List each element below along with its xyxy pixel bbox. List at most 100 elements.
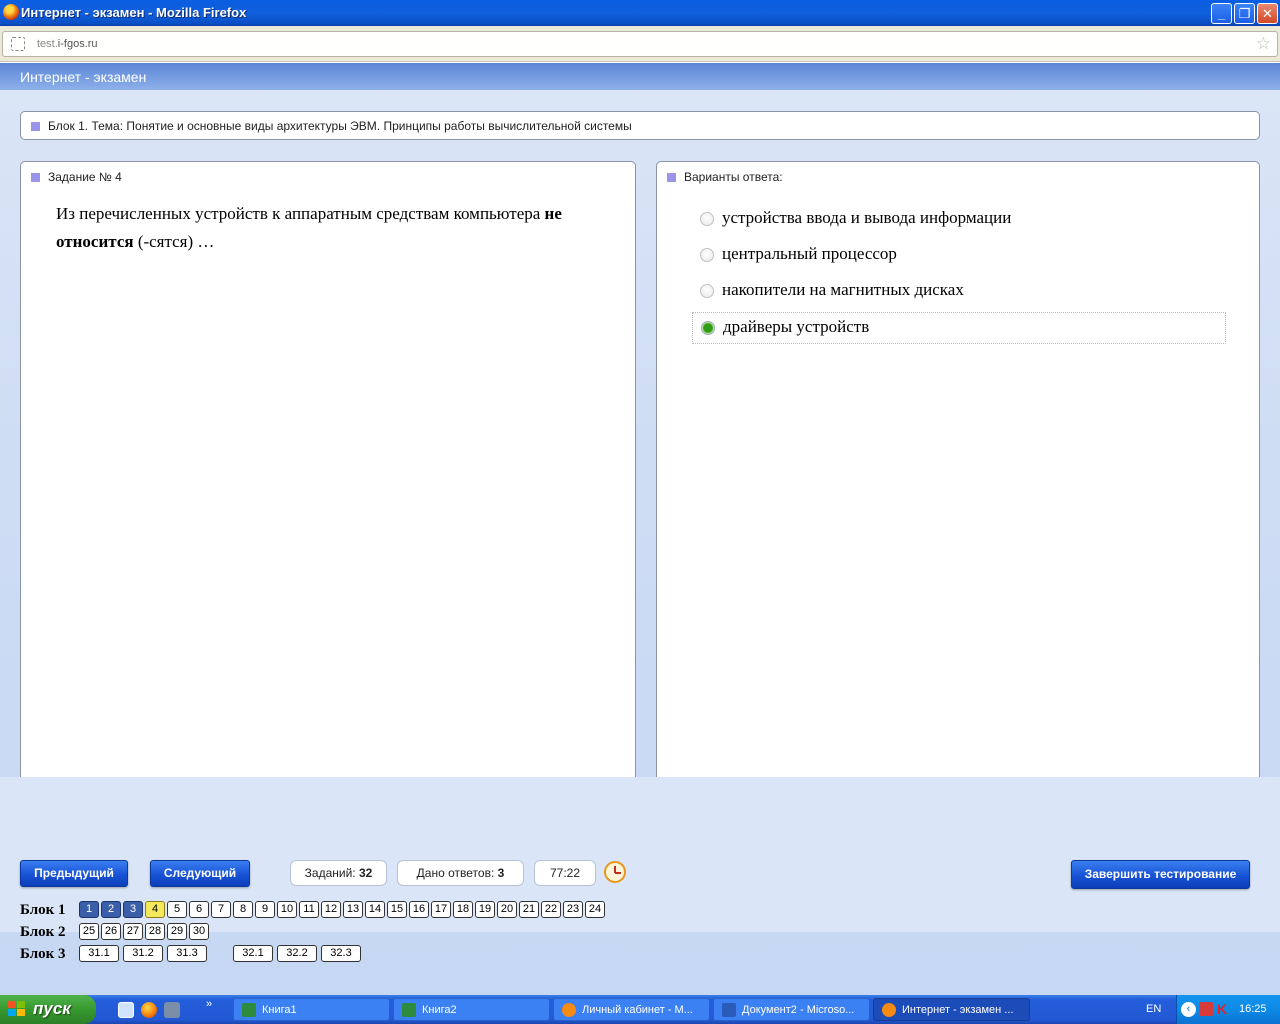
question-nav-button[interactable]: 29 <box>167 923 187 940</box>
question-nav-button[interactable]: 17 <box>431 901 451 918</box>
page-header: Интернет - экзамен <box>0 63 1280 90</box>
question-nav-button[interactable]: 31.2 <box>123 945 163 962</box>
question-nav-button[interactable]: 11 <box>299 901 319 918</box>
radio-button[interactable] <box>700 284 714 298</box>
question-nav-button[interactable]: 19 <box>475 901 495 918</box>
question-nav-button[interactable]: 31.3 <box>167 945 207 962</box>
question-nav-button[interactable]: 18 <box>453 901 473 918</box>
taskbar-task-label: Документ2 - Microso... <box>742 1004 855 1016</box>
radio-button[interactable] <box>701 321 715 335</box>
question-nav-button[interactable]: 7 <box>211 901 231 918</box>
topic-text: Блок 1. Тема: Понятие и основные виды ар… <box>48 119 632 133</box>
question-text: Из перечисленных устройств к аппаратным … <box>56 204 562 251</box>
answer-option[interactable]: драйверы устройств <box>692 312 1226 344</box>
network-icon[interactable] <box>1199 1002 1213 1016</box>
question-nav-button[interactable]: 23 <box>563 901 583 918</box>
timer: 77:22 <box>534 860 596 886</box>
excel-icon <box>402 1003 416 1017</box>
square-marker-icon <box>31 122 40 132</box>
task-panel: Задание № 4 Из перечисленных устройств к… <box>20 161 636 820</box>
alarm-clock-icon <box>604 861 626 883</box>
taskbar-task[interactable]: Книга1 <box>233 998 390 1021</box>
question-nav-button[interactable]: 2 <box>101 901 121 918</box>
radio-button[interactable] <box>700 212 714 226</box>
question-nav-button[interactable]: 1 <box>79 901 99 918</box>
square-marker-icon <box>667 173 676 183</box>
question-nav-button[interactable]: 26 <box>101 923 121 940</box>
answer-option[interactable]: устройства ввода и вывода информации <box>692 204 1226 236</box>
taskbar: пуск » Книга1 Книга2 Личный кабинет - M...… <box>0 995 1280 1024</box>
answers-label: Варианты ответа: <box>684 170 783 184</box>
firefox-icon <box>882 1003 896 1017</box>
question-nav-button[interactable]: 14 <box>365 901 385 918</box>
question-nav-button[interactable]: 32.1 <box>233 945 273 962</box>
language-indicator[interactable]: EN <box>1146 1003 1161 1015</box>
topic-bar: Блок 1. Тема: Понятие и основные виды ар… <box>20 111 1260 140</box>
question-nav-button[interactable]: 25 <box>79 923 99 940</box>
question-nav-button[interactable]: 9 <box>255 901 275 918</box>
minimize-button[interactable]: _ <box>1211 3 1232 24</box>
question-nav-button[interactable]: 3 <box>123 901 143 918</box>
square-marker-icon <box>31 173 40 183</box>
tray-expand-icon[interactable]: ‹ <box>1181 1002 1196 1017</box>
question-nav-button[interactable]: 6 <box>189 901 209 918</box>
window-titlebar[interactable]: Интернет - экзамен - Mozilla Firefox _ ❐… <box>0 0 1280 26</box>
taskbar-task[interactable]: Интернет - экзамен ... <box>873 998 1030 1021</box>
question-nav-button[interactable]: 28 <box>145 923 165 940</box>
question-nav-button[interactable]: 22 <box>541 901 561 918</box>
antivirus-icon[interactable]: K <box>1217 1001 1227 1017</box>
prev-button[interactable]: Предыдущий <box>20 860 128 887</box>
taskbar-task[interactable]: Документ2 - Microso... <box>713 998 870 1021</box>
question-nav-button[interactable]: 27 <box>123 923 143 940</box>
radio-button[interactable] <box>700 248 714 262</box>
scanner-icon[interactable] <box>164 1002 180 1018</box>
answers-panel: Варианты ответа: устройства ввода и выво… <box>656 161 1260 820</box>
question-nav-button[interactable]: 32.3 <box>321 945 361 962</box>
taskbar-task[interactable]: Личный кабинет - M... <box>553 998 710 1021</box>
excel-icon <box>242 1003 256 1017</box>
bookmark-star-icon[interactable]: ☆ <box>1256 34 1271 54</box>
taskbar-task-label: Книга1 <box>262 1004 297 1016</box>
question-nav-button[interactable]: 30 <box>189 923 209 940</box>
taskbar-task-label: Книга2 <box>422 1004 457 1016</box>
question-nav-button[interactable]: 12 <box>321 901 341 918</box>
question-nav-button[interactable]: 24 <box>585 901 605 918</box>
firefox-icon[interactable] <box>141 1002 157 1018</box>
question-nav-button[interactable]: 4 <box>145 901 165 918</box>
question-nav-button[interactable]: 15 <box>387 901 407 918</box>
task-number: Задание № 4 <box>48 170 122 184</box>
question-nav-button[interactable]: 21 <box>519 901 539 918</box>
start-label: пуск <box>33 999 71 1018</box>
question-nav-button[interactable]: 16 <box>409 901 429 918</box>
finish-button[interactable]: Завершить тестирование <box>1071 860 1250 889</box>
firefox-icon <box>3 4 19 20</box>
window-title: Интернет - экзамен - Mozilla Firefox <box>21 5 247 20</box>
question-nav-button[interactable]: 10 <box>277 901 297 918</box>
maximize-button[interactable]: ❐ <box>1234 3 1255 24</box>
answered-count-box: Дано ответов: 3 <box>397 860 524 886</box>
answer-option-label: устройства ввода и вывода информации <box>722 208 1012 227</box>
show-desktop-icon[interactable] <box>118 1002 134 1018</box>
question-nav-button[interactable]: 8 <box>233 901 253 918</box>
question-nav-button[interactable]: 5 <box>167 901 187 918</box>
taskbar-task[interactable]: Книга2 <box>393 998 550 1021</box>
system-tray: ‹ K 16:25 <box>1176 995 1280 1024</box>
quicklaunch-expand-icon[interactable]: » <box>206 998 212 1010</box>
taskbar-task-label: Личный кабинет - M... <box>582 1004 693 1016</box>
url-input[interactable]: test.i-fgos.ru ☆ <box>2 31 1278 57</box>
answer-option-label: центральный процессор <box>722 244 897 263</box>
question-nav-button[interactable]: 32.2 <box>277 945 317 962</box>
clock-time: 16:25 <box>1239 1003 1267 1015</box>
close-button[interactable]: ✕ <box>1257 3 1278 24</box>
question-nav-button[interactable]: 13 <box>343 901 363 918</box>
question-nav-button[interactable]: 20 <box>497 901 517 918</box>
bottom-controls: Предыдущий Следующий Заданий: 32 Дано от… <box>0 777 1280 962</box>
start-button[interactable]: пуск <box>0 995 96 1024</box>
answer-option[interactable]: центральный процессор <box>692 240 1226 272</box>
site-identity-icon[interactable] <box>11 37 25 51</box>
answer-option[interactable]: накопители на магнитных дисках <box>692 276 1226 308</box>
page-title: Интернет - экзамен <box>20 69 147 85</box>
next-button[interactable]: Следующий <box>150 860 250 887</box>
question-nav-button[interactable]: 31.1 <box>79 945 119 962</box>
word-icon <box>722 1003 736 1017</box>
